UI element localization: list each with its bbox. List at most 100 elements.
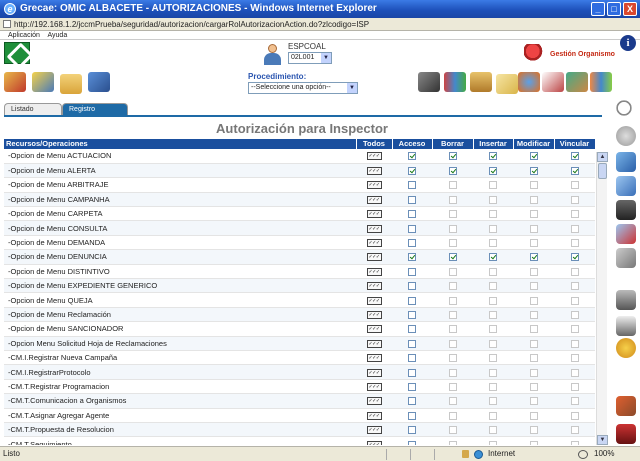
clip-icon[interactable] <box>616 248 636 268</box>
select-all-button[interactable]: ✓✓✓ <box>366 325 382 334</box>
checkbox-acceso[interactable] <box>408 325 416 334</box>
checkbox-acceso[interactable] <box>408 253 416 262</box>
menu-ayuda[interactable]: Ayuda <box>47 32 67 39</box>
car-icon[interactable] <box>616 424 636 444</box>
tab-listado[interactable]: Listado <box>4 103 62 115</box>
checkbox-acceso[interactable] <box>408 181 416 190</box>
checkbox-insertar[interactable] <box>489 152 497 161</box>
procedimiento-select[interactable]: --Seleccione una opción-- ▼ <box>248 82 358 94</box>
gestion-organismo-link[interactable]: Gestión Organismo <box>524 44 618 64</box>
tab-registro[interactable]: Registro <box>62 103 128 115</box>
checkbox-acceso[interactable] <box>408 426 416 435</box>
chart-icon[interactable] <box>590 72 612 92</box>
checkbox-acceso[interactable] <box>408 440 416 445</box>
select-all-button[interactable]: ✓✓✓ <box>366 181 382 190</box>
search-doc-icon[interactable] <box>542 72 564 92</box>
select-all-button[interactable]: ✓✓✓ <box>366 282 382 291</box>
checkbox-vincular[interactable] <box>570 167 579 176</box>
select-all-button[interactable]: ✓✓✓ <box>366 210 382 219</box>
checkbox-acceso[interactable] <box>408 339 416 348</box>
select-all-button[interactable]: ✓✓✓ <box>366 368 382 377</box>
select-all-button[interactable]: ✓✓✓ <box>366 152 382 161</box>
select-all-button[interactable]: ✓✓✓ <box>366 239 382 248</box>
select-all-button[interactable]: ✓✓✓ <box>366 354 382 363</box>
select-all-button[interactable]: ✓✓✓ <box>366 296 382 305</box>
select-all-button[interactable]: ✓✓✓ <box>366 267 382 276</box>
info-icon[interactable]: i <box>620 35 636 51</box>
cabinet-icon[interactable] <box>470 72 492 92</box>
checkbox-insertar[interactable] <box>489 253 497 262</box>
puzzle-icon[interactable] <box>4 72 26 92</box>
todos-cell: ✓✓✓ <box>356 408 392 423</box>
scroll-down-icon[interactable]: ▼ <box>597 435 608 445</box>
select-all-button[interactable]: ✓✓✓ <box>366 311 382 319</box>
checkbox-vincular[interactable] <box>570 253 579 262</box>
minimize-button[interactable]: _ <box>591 2 605 16</box>
menu-aplicacion[interactable]: Aplicación <box>8 32 40 39</box>
checkbox-acceso[interactable] <box>408 267 416 276</box>
checkbox-insertar[interactable] <box>489 167 497 176</box>
zoom-icon[interactable] <box>578 450 588 459</box>
globe-icon[interactable] <box>518 72 540 92</box>
checkbox-borrar[interactable] <box>448 167 457 176</box>
checkbox-acceso[interactable] <box>408 282 416 291</box>
checkbox-acceso[interactable] <box>408 224 416 233</box>
close-button[interactable]: X <box>623 2 637 16</box>
select-all-button[interactable]: ✓✓✓ <box>366 167 382 176</box>
select-all-button[interactable]: ✓✓✓ <box>366 195 382 204</box>
checkbox-acceso[interactable] <box>408 368 416 377</box>
checkbox-acceso[interactable] <box>408 167 416 176</box>
chevron-down-icon[interactable]: ▼ <box>347 83 357 93</box>
folder-icon[interactable] <box>60 74 82 94</box>
vertical-scrollbar[interactable]: ▲ ▼ <box>596 152 608 445</box>
checkbox-acceso[interactable] <box>408 195 416 204</box>
settings-icon[interactable] <box>616 338 636 358</box>
people-icon[interactable] <box>32 72 54 92</box>
checkbox-borrar[interactable] <box>448 152 457 161</box>
print-icon[interactable] <box>616 316 636 336</box>
maximize-button[interactable]: □ <box>607 2 621 16</box>
envelope-icon[interactable] <box>496 74 518 94</box>
chevron-down-icon[interactable]: ▼ <box>321 53 331 63</box>
select-all-button[interactable]: ✓✓✓ <box>366 440 382 445</box>
checkbox-acceso[interactable] <box>408 382 416 391</box>
address-bar[interactable]: http://192.168.1.2/jccmPrueba/seguridad/… <box>0 18 640 31</box>
tools-icon[interactable] <box>566 72 588 92</box>
stack-icon[interactable] <box>616 176 636 196</box>
tools-icon[interactable] <box>616 396 636 416</box>
checkbox-acceso[interactable] <box>408 354 416 363</box>
address-url[interactable]: http://192.168.1.2/jccmPrueba/seguridad/… <box>14 19 369 30</box>
laptop-icon[interactable] <box>418 72 440 92</box>
select-all-button[interactable]: ✓✓✓ <box>366 253 382 262</box>
layers-icon[interactable] <box>616 152 636 172</box>
status-zoom[interactable]: 100% <box>594 447 614 461</box>
checkbox-modificar[interactable] <box>529 253 538 262</box>
checkbox-acceso[interactable] <box>408 311 416 319</box>
select-all-button[interactable]: ✓✓✓ <box>366 397 382 406</box>
checkbox-acceso[interactable] <box>408 210 416 219</box>
trash-icon[interactable] <box>616 290 636 310</box>
magnifier-icon[interactable] <box>616 100 636 120</box>
checkbox-acceso[interactable] <box>408 411 416 420</box>
select-all-button[interactable]: ✓✓✓ <box>366 339 382 348</box>
select-all-button[interactable]: ✓✓✓ <box>366 382 382 391</box>
checkbox-acceso[interactable] <box>408 397 416 406</box>
printer-icon[interactable] <box>88 72 110 92</box>
checkbox-acceso[interactable] <box>408 239 416 248</box>
books-icon[interactable] <box>444 72 466 92</box>
delete-icon[interactable] <box>616 224 636 244</box>
select-all-button[interactable]: ✓✓✓ <box>366 224 382 233</box>
office-select[interactable]: 02L001 ▼ <box>288 52 332 64</box>
checkbox-borrar[interactable] <box>448 253 457 262</box>
save-icon[interactable] <box>616 200 636 220</box>
checkbox-modificar[interactable] <box>529 152 538 161</box>
scroll-up-icon[interactable]: ▲ <box>597 152 608 162</box>
checkbox-vincular[interactable] <box>570 152 579 161</box>
select-all-button[interactable]: ✓✓✓ <box>366 426 382 435</box>
checkbox-acceso[interactable] <box>408 296 416 305</box>
checkbox-modificar[interactable] <box>529 167 538 176</box>
scroll-thumb[interactable] <box>598 163 607 179</box>
checkbox-acceso[interactable] <box>408 152 416 161</box>
back-icon[interactable] <box>616 126 636 146</box>
select-all-button[interactable]: ✓✓✓ <box>366 411 382 420</box>
